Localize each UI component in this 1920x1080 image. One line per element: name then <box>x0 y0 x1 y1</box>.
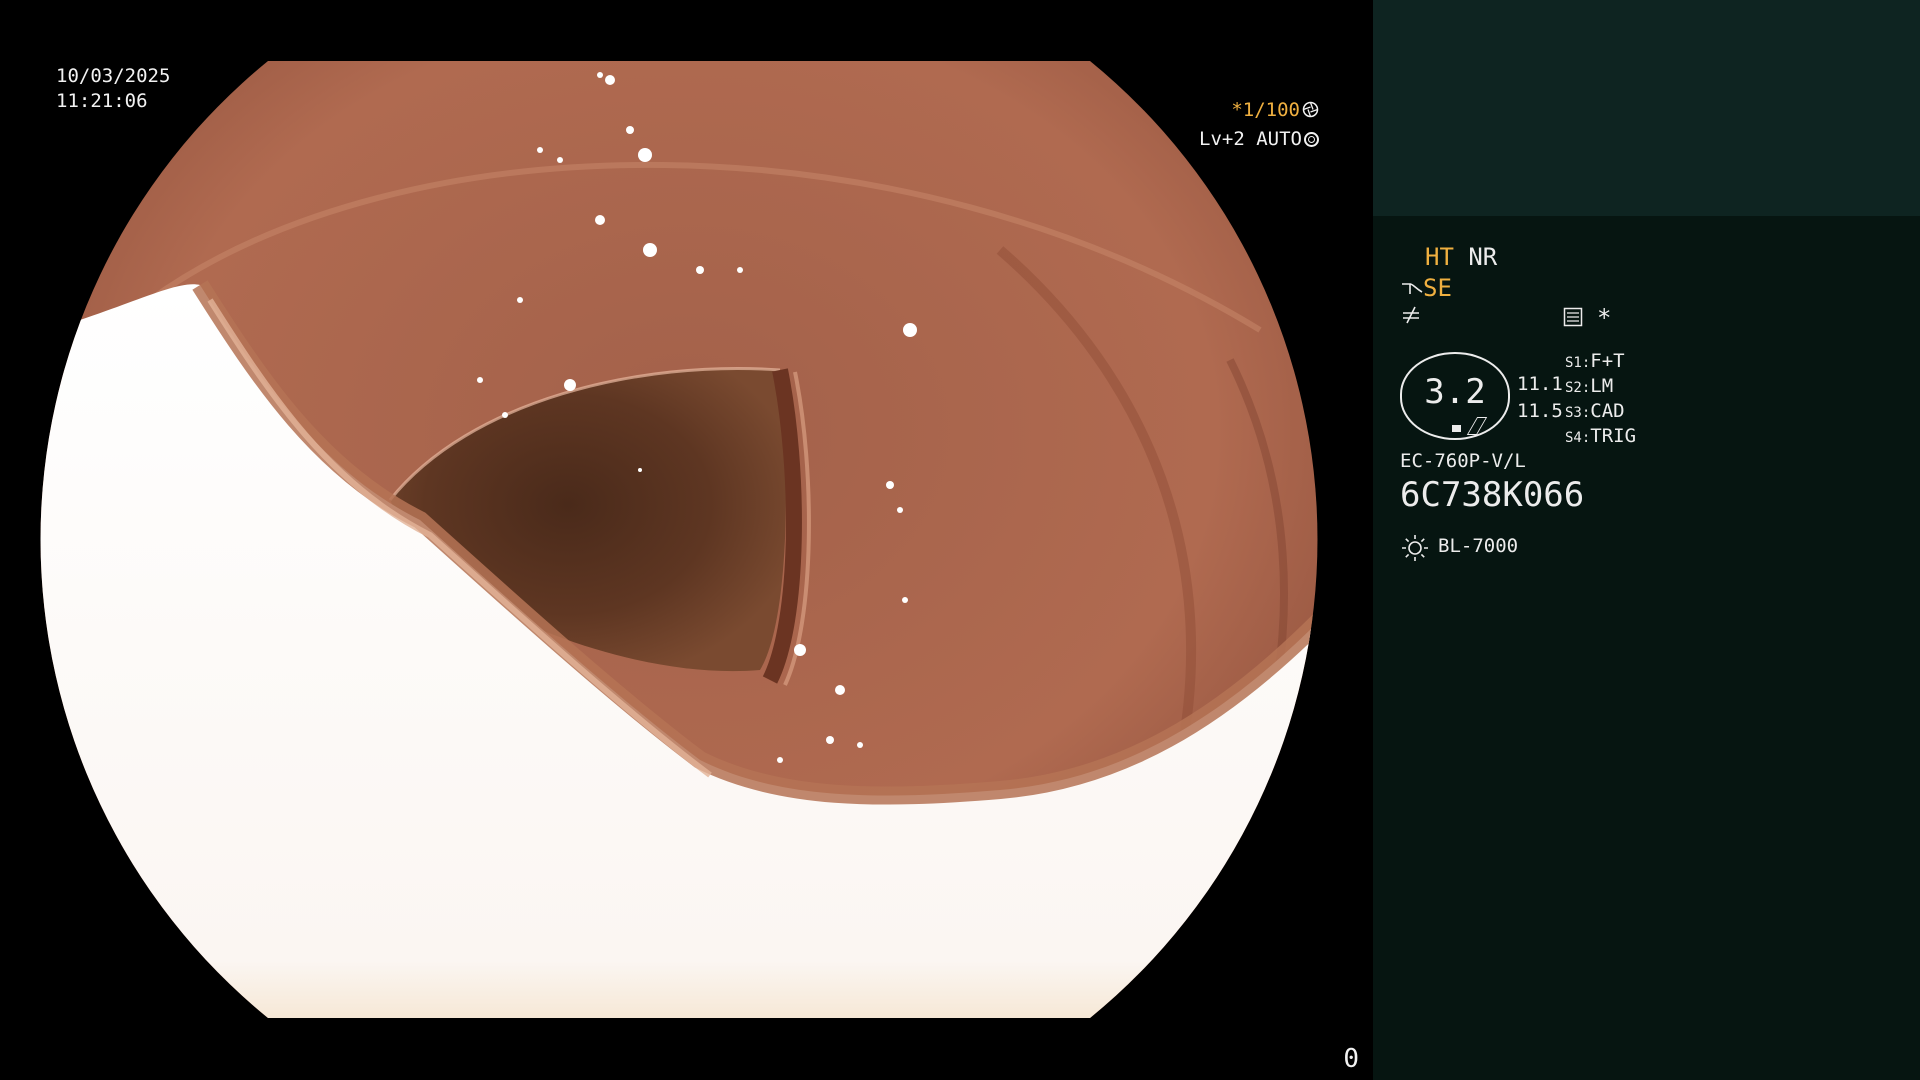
zoom-value: 3.2 <box>1424 372 1486 412</box>
level-value: Lv+2 <box>1199 128 1245 150</box>
date-label: 10/03/2025 <box>56 65 171 87</box>
iris-ring-icon <box>1304 132 1319 147</box>
scope-switch-4: S4:TRIG <box>1565 425 1636 447</box>
noise-filter-row <box>1401 304 1421 329</box>
switch-key: S3: <box>1565 405 1591 421</box>
switch-label: LM <box>1590 375 1614 397</box>
switch-key: S1: <box>1565 355 1591 371</box>
scope-switch-1: S1:F+T <box>1565 350 1625 372</box>
image-processing-row: HT NR <box>1425 243 1497 271</box>
ht-label: HT <box>1425 243 1454 271</box>
shutter-speed-display: *1/100 <box>1231 99 1319 121</box>
date-time-display: 10/03/2025 11:21:06 <box>56 64 170 114</box>
scope-model: EC-760P-V/L <box>1400 450 1526 472</box>
time-label: 11:21:06 <box>56 90 148 112</box>
zoom-reading-b: 11.5 <box>1517 400 1563 422</box>
shutter-prefix: * <box>1231 99 1243 121</box>
shutter-value: 1/100 <box>1242 99 1300 121</box>
structure-enhancement-row: SE <box>1401 274 1452 302</box>
zoom-marker-icon <box>1452 425 1461 432</box>
aperture-icon <box>1300 99 1319 121</box>
nr-label: NR <box>1468 243 1498 271</box>
scope-serial-number: 6C738K066 <box>1400 475 1585 515</box>
light-source-model: BL-7000 <box>1438 535 1519 557</box>
mode-indicator: 0 <box>1343 1044 1359 1074</box>
endoscopy-image <box>40 61 1318 1018</box>
switch-label: CAD <box>1590 400 1625 422</box>
scope-switch-3: S3:CAD <box>1565 400 1625 422</box>
contrast-icon <box>1401 274 1423 302</box>
switch-label: F+T <box>1590 350 1625 372</box>
panel-header-area <box>1373 0 1920 216</box>
switch-label: TRIG <box>1590 425 1637 447</box>
star-indicator: * <box>1597 304 1612 332</box>
scope-switch-2: S2:LM <box>1565 375 1613 397</box>
sun-icon <box>1402 535 1428 561</box>
se-label: SE <box>1423 274 1452 302</box>
zoom-indicator: 3.2 <box>1400 352 1510 440</box>
noise-filter-icon <box>1401 304 1421 329</box>
memo-icon <box>1563 307 1583 332</box>
zoom-reading-a: 11.1 <box>1517 373 1563 395</box>
brightness-level-display: Lv+2 AUTO <box>1199 128 1319 150</box>
endoscopy-viewport: 10/03/2025 11:21:06 *1/100 Lv+2 AUTO 0 <box>0 0 1373 1080</box>
zoom-lens-icon <box>1466 417 1488 435</box>
switch-key: S4: <box>1565 430 1591 446</box>
iris-mode: AUTO <box>1256 128 1302 150</box>
switch-key: S2: <box>1565 380 1591 396</box>
endoscope-screen: 10/03/2025 11:21:06 *1/100 Lv+2 AUTO 0 HT… <box>0 0 1920 1080</box>
status-side-panel: HT NR SE * 3.2 11.1 11.5 S1:F+T S2:LM S3… <box>1373 0 1920 1080</box>
